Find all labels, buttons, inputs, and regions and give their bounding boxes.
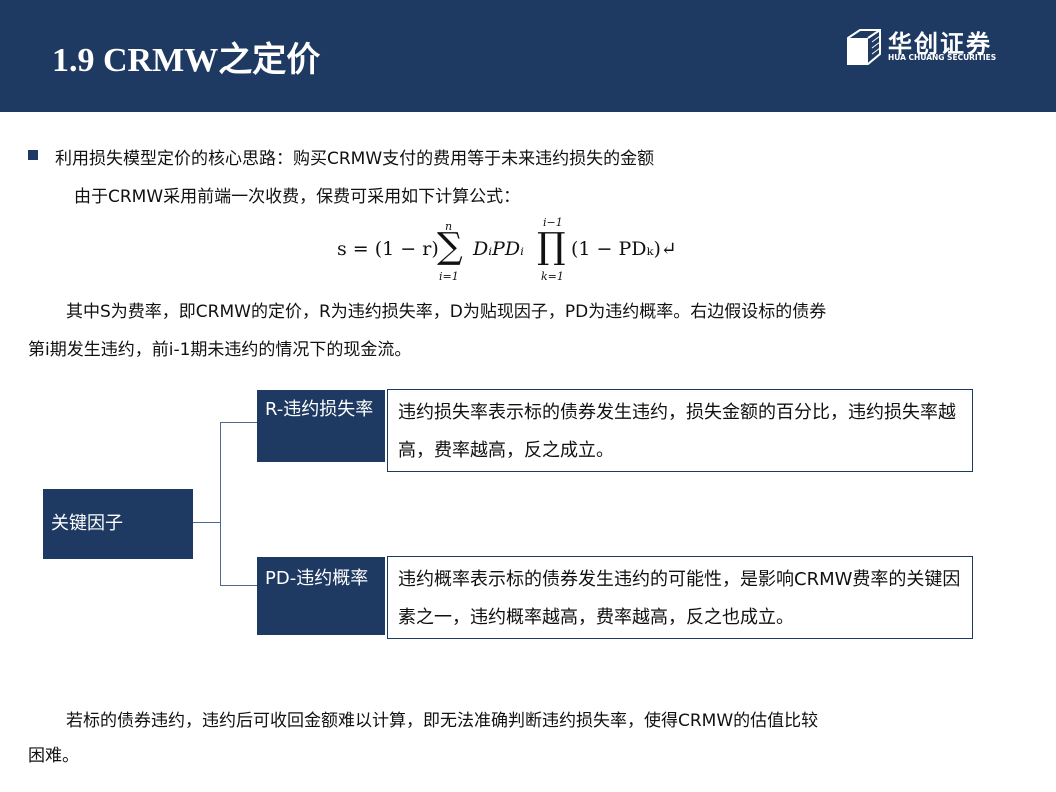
formula-tail: (1 − PDₖ)↵: [571, 238, 677, 260]
sum-symbol: ∑: [437, 226, 463, 267]
branch-pd-desc: 违约概率表示标的债券发生违约的可能性，是影响CRMW费率的关键因素之一，违约概率…: [387, 556, 973, 639]
logo-text-en: HUA CHUANG SECURITIES: [888, 53, 997, 62]
branch-pd-box: PD-违约概率: [257, 557, 385, 635]
company-logo: 华创证券 HUA CHUANG SECURITIES: [846, 28, 1006, 66]
branch-r-box: R-违约损失率: [257, 390, 385, 462]
header-bar: 1.9 CRMW之定价 华创证券 HUA CHUANG SECURITIES: [0, 0, 1056, 112]
explanation-line-2: 第i期发生违约，前i-1期未违约的情况下的现金流。: [28, 340, 412, 360]
page-title: 1.9 CRMW之定价: [52, 42, 321, 79]
conclusion-line-2: 困难。: [28, 746, 79, 766]
formula-lhs: s = (1 − r): [337, 238, 439, 260]
connector-r: [220, 422, 257, 423]
formula-term: DᵢPDᵢ: [473, 238, 524, 260]
explanation-line-1: 其中S为费率，即CRMW的定价，R为违约损失率，D为贴现因子，PD为违约概率。右…: [66, 302, 827, 322]
bullet-text: 利用损失模型定价的核心思路：购买CRMW支付的费用等于未来违约损失的金额: [55, 149, 655, 169]
branch-r-desc: 违约损失率表示标的债券发生违约，损失金额的百分比，违约损失率越高，费率越高，反之…: [387, 389, 973, 472]
prod-lower: k=1: [541, 270, 564, 283]
root-factor-box: 关键因子: [43, 489, 193, 559]
connector-vertical: [220, 422, 221, 586]
prod-symbol: ∏: [537, 226, 566, 267]
connector-pd: [220, 585, 257, 586]
bullet-square-icon: [28, 150, 38, 160]
connector-root: [193, 522, 220, 523]
conclusion-line-1: 若标的债券违约，违约后可收回金额难以计算，即无法准确判断违约损失率，使得CRMW…: [66, 711, 819, 731]
sum-lower: i=1: [439, 270, 459, 283]
intro-line: 由于CRMW采用前端一次收费，保费可采用如下计算公式：: [74, 187, 521, 207]
logo-cube-icon: [847, 29, 881, 65]
